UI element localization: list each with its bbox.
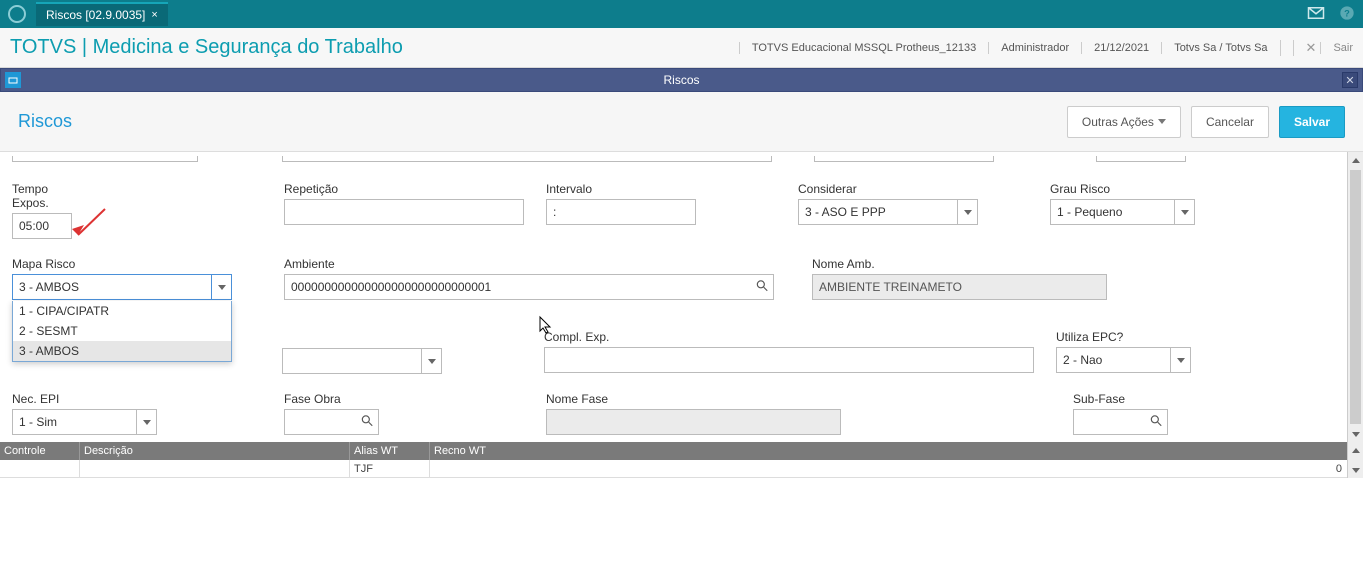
grau-risco-select[interactable]: 1 - Pequeno	[1050, 199, 1195, 225]
ambiente-label: Ambiente	[284, 257, 774, 271]
cell-alias: TJF	[350, 460, 430, 477]
repeticao-input[interactable]	[284, 199, 524, 225]
form-area: Tempo Expos. 05:00 Repetição Intervalo :…	[0, 152, 1363, 442]
scroll-up-icon[interactable]	[1348, 442, 1363, 458]
bottom-grid: Controle Descrição Alias WT Recno WT TJF…	[0, 442, 1363, 478]
chevron-down-icon	[1174, 200, 1194, 224]
mapa-risco-option-1[interactable]: 1 - CIPA/CIPATR	[13, 301, 231, 321]
cell-descricao	[80, 460, 350, 477]
col-recno[interactable]: Recno WT	[430, 442, 1363, 460]
ambiente-value: 000000000000000000000000000001	[291, 280, 491, 294]
cancel-label: Cancelar	[1206, 115, 1254, 129]
sub-fase-label: Sub-Fase	[1073, 392, 1168, 406]
nome-amb-label: Nome Amb.	[812, 257, 1107, 271]
sub-header: TOTVS | Medicina e Segurança do Trabalho…	[0, 28, 1363, 68]
col-controle[interactable]: Controle	[0, 442, 80, 460]
panel-title: Riscos	[18, 111, 72, 132]
col-descricao[interactable]: Descrição	[80, 442, 350, 460]
scroll-down-icon[interactable]	[1348, 426, 1363, 442]
considerar-select[interactable]: 3 - ASO E PPP	[798, 199, 978, 225]
nome-amb-value: AMBIENTE TREINAMETO	[812, 274, 1107, 300]
help-icon[interactable]: ?	[1339, 5, 1355, 24]
ambiente-input[interactable]: 000000000000000000000000000001	[284, 274, 774, 300]
other-actions-button[interactable]: Outras Ações	[1067, 106, 1181, 138]
chevron-down-icon	[1170, 348, 1190, 372]
env-label: TOTVS Educacional MSSQL Protheus_12133	[739, 42, 976, 54]
grid-header: Controle Descrição Alias WT Recno WT	[0, 442, 1363, 460]
other-actions-label: Outras Ações	[1082, 115, 1154, 129]
top-bar: Riscos [02.9.0035] × ?	[0, 0, 1363, 28]
chevron-down-icon	[957, 200, 977, 224]
utiliza-epc-select[interactable]: 2 - Nao	[1056, 347, 1191, 373]
date-label: 21/12/2021	[1081, 42, 1149, 54]
company-label: Totvs Sa / Totvs Sa	[1161, 42, 1267, 54]
grid-scrollbar[interactable]	[1347, 442, 1363, 478]
intervalo-label: Intervalo	[546, 182, 696, 196]
tab-label: Riscos [02.9.0035]	[46, 8, 145, 22]
mail-icon[interactable]	[1307, 6, 1325, 23]
chevron-down-icon	[211, 275, 231, 299]
save-label: Salvar	[1294, 115, 1330, 129]
app-title: TOTVS | Medicina e Segurança do Trabalho	[10, 36, 403, 59]
close-icon: ✕	[1293, 40, 1317, 56]
user-label: Administrador	[988, 42, 1069, 54]
scroll-up-icon[interactable]	[1348, 152, 1363, 168]
mapa-risco-dropdown: 1 - CIPA/CIPATR 2 - SESMT 3 - AMBOS	[12, 301, 232, 362]
hidden-select-stub[interactable]	[282, 348, 442, 374]
search-icon[interactable]	[755, 279, 769, 296]
fase-obra-label: Fase Obra	[284, 392, 379, 406]
mapa-risco-select[interactable]: 3 - AMBOS	[12, 274, 232, 300]
considerar-value: 3 - ASO E PPP	[805, 205, 886, 219]
nec-epi-value: 1 - Sim	[19, 415, 57, 429]
search-icon[interactable]	[360, 414, 374, 431]
tempo-expos-input[interactable]: 05:00	[12, 213, 72, 239]
exit-button[interactable]: ✕ Sair	[1280, 40, 1353, 56]
tab-riscos[interactable]: Riscos [02.9.0035] ×	[36, 2, 168, 26]
panel-header: Riscos Outras Ações Cancelar Salvar	[0, 92, 1363, 152]
fase-obra-input[interactable]	[284, 409, 379, 435]
nec-epi-label: Nec. EPI	[12, 392, 157, 406]
col-alias[interactable]: Alias WT	[350, 442, 430, 460]
mapa-risco-option-3[interactable]: 3 - AMBOS	[13, 341, 231, 361]
mapa-risco-label: Mapa Risco	[12, 257, 232, 271]
intervalo-input[interactable]: :	[546, 199, 696, 225]
table-row[interactable]: TJF 0	[0, 460, 1363, 478]
window-menu-icon[interactable]	[5, 72, 21, 88]
chevron-down-icon	[136, 410, 156, 434]
considerar-label: Considerar	[798, 182, 978, 196]
nome-fase-value	[546, 409, 841, 435]
cell-recno: 0	[430, 460, 1363, 477]
window-close-icon[interactable]: ✕	[1342, 72, 1358, 88]
utiliza-epc-label: Utiliza EPC?	[1056, 330, 1191, 344]
utiliza-epc-value: 2 - Nao	[1063, 353, 1102, 367]
mapa-risco-option-2[interactable]: 2 - SESMT	[13, 321, 231, 341]
grau-risco-value: 1 - Pequeno	[1057, 205, 1122, 219]
search-icon[interactable]	[1149, 414, 1163, 431]
window-title-text: Riscos	[663, 73, 699, 87]
sub-fase-input[interactable]	[1073, 409, 1168, 435]
chevron-down-icon	[1158, 119, 1166, 124]
nome-fase-label: Nome Fase	[546, 392, 841, 406]
svg-text:?: ?	[1344, 8, 1350, 18]
save-button[interactable]: Salvar	[1279, 106, 1345, 138]
cell-controle	[0, 460, 80, 477]
compl-exp-label: Compl. Exp.	[544, 330, 1034, 344]
nec-epi-select[interactable]: 1 - Sim	[12, 409, 157, 435]
mapa-risco-value: 3 - AMBOS	[19, 280, 79, 294]
close-icon[interactable]: ×	[151, 9, 157, 21]
form-scrollbar[interactable]	[1347, 152, 1363, 442]
tempo-expos-label: Tempo Expos.	[12, 182, 72, 210]
compl-exp-input[interactable]	[544, 347, 1034, 373]
grau-risco-label: Grau Risco	[1050, 182, 1195, 196]
exit-label: Sair	[1320, 42, 1353, 54]
window-title-bar: Riscos ✕	[0, 68, 1363, 92]
scroll-down-icon[interactable]	[1348, 462, 1363, 478]
app-logo-icon	[8, 5, 26, 23]
chevron-down-icon	[421, 349, 441, 373]
cancel-button[interactable]: Cancelar	[1191, 106, 1269, 138]
repeticao-label: Repetição	[284, 182, 524, 196]
